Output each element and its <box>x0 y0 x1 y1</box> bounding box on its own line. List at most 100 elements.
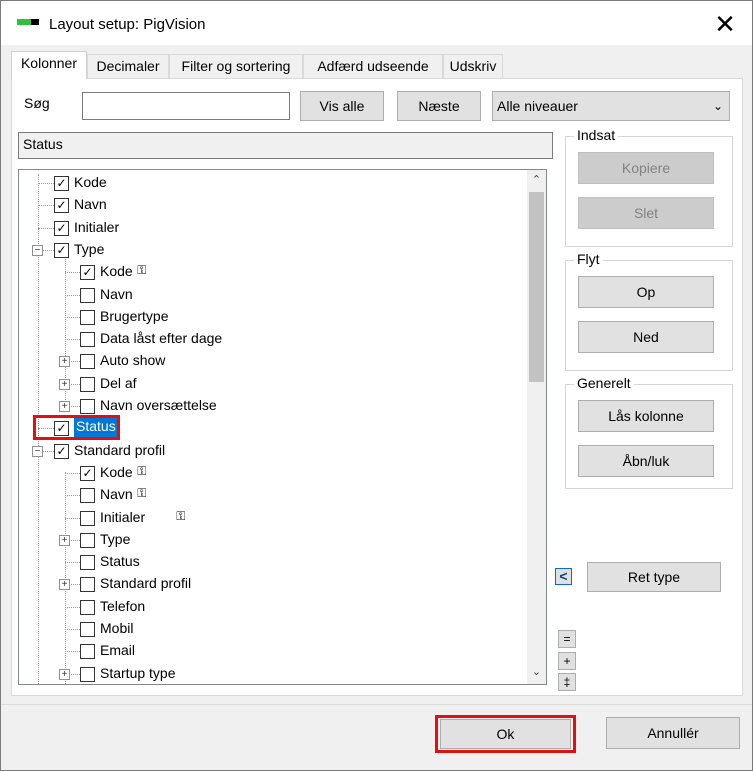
tree-row[interactable]: − ✓ Type <box>19 239 529 261</box>
tree-row[interactable]: + Startup type <box>19 663 529 684</box>
expand-node-icon[interactable]: + <box>59 534 70 546</box>
tree-checkbox[interactable] <box>80 332 95 348</box>
tree-row-label: Initialer <box>74 218 120 235</box>
show-all-button[interactable]: Vis alle <box>300 91 384 121</box>
tab-adfaerd-udseende[interactable]: Adfærd udseende <box>303 54 443 78</box>
tree-row-label: Type <box>74 240 105 257</box>
expand-node-icon[interactable]: + <box>59 378 70 390</box>
tree-checkbox[interactable]: ✓ <box>80 465 95 481</box>
close-icon[interactable]: ✕ <box>705 7 745 41</box>
move-group: Flyt Op Ned <box>565 251 733 371</box>
tree-checkbox[interactable] <box>80 287 95 303</box>
tree-checkbox[interactable]: ✓ <box>54 242 69 258</box>
expand-node-icon[interactable]: + <box>59 356 70 368</box>
tree-row[interactable]: Initialer ⚿ <box>19 507 529 529</box>
move-down-button[interactable]: Ned <box>578 321 714 353</box>
tree-vertical-scrollbar[interactable]: ⌃ ⌄ <box>527 170 546 684</box>
insert-group-title: Indsat <box>574 127 619 143</box>
next-button[interactable]: Næste <box>397 91 481 121</box>
open-close-button[interactable]: Åbn/luk <box>578 445 714 477</box>
tree-connector-line <box>65 339 80 341</box>
tree-connector-line <box>65 294 80 296</box>
tree-row-label: Telefon <box>100 597 146 614</box>
tree-checkbox[interactable] <box>80 532 95 548</box>
scroll-thumb[interactable] <box>529 192 544 382</box>
tree-row-label: Status <box>100 553 140 570</box>
tree-row[interactable]: ✓ Kode ⚿ <box>19 261 529 283</box>
tree-row-label: Mobil <box>100 620 134 636</box>
tree-row[interactable]: Data låst efter dage <box>19 328 529 350</box>
tree-row[interactable]: Navn ⚿ <box>19 484 529 506</box>
copy-button[interactable]: Kopiere <box>578 152 714 184</box>
delete-button[interactable]: Slet <box>578 197 714 229</box>
tree-checkbox[interactable]: ✓ <box>54 220 69 236</box>
tree-row[interactable]: + Type <box>19 529 529 551</box>
tree-checkbox[interactable] <box>80 622 95 637</box>
tree-checkbox[interactable] <box>80 354 95 370</box>
tree-checkbox[interactable]: ✓ <box>54 443 69 459</box>
chevron-down-icon: ⌄ <box>712 99 723 113</box>
tree-checkbox[interactable] <box>80 488 95 504</box>
general-group: Generelt Lås kolonne Åbn/luk <box>565 375 733 489</box>
tree-row-label: Initialer <box>100 508 146 525</box>
tree-connector-line <box>65 495 80 497</box>
tree-checkbox[interactable] <box>80 399 95 414</box>
move-left-arrow-button[interactable]: < <box>555 568 572 585</box>
scroll-down-icon[interactable]: ⌄ <box>527 662 546 682</box>
tree-checkbox[interactable] <box>80 577 95 593</box>
scroll-up-icon[interactable]: ⌃ <box>527 170 546 190</box>
collapse-node-icon[interactable]: − <box>32 445 43 457</box>
lock-column-button[interactable]: Lås kolonne <box>578 400 714 432</box>
tree-checkbox[interactable] <box>80 510 95 526</box>
search-input[interactable] <box>82 92 290 120</box>
expand-node-icon[interactable]: + <box>59 401 70 412</box>
tree-checkbox[interactable] <box>80 376 95 392</box>
collapse-node-icon[interactable]: − <box>32 244 43 256</box>
tab-kolonner[interactable]: Kolonner <box>11 51 87 79</box>
tree-row[interactable]: + Del af <box>19 373 529 395</box>
tree-row-label: Brugertype <box>100 307 169 324</box>
expand-all-button[interactable]: + <box>558 652 576 670</box>
tab-filter-og-sortering[interactable]: Filter og sortering <box>169 54 303 78</box>
tree-row[interactable]: Navn <box>19 284 529 306</box>
tree-row[interactable]: + Auto show <box>19 350 529 372</box>
tree-row[interactable]: Status <box>19 551 529 573</box>
change-type-button[interactable]: Ret type <box>587 562 721 592</box>
tree-checkbox[interactable] <box>80 599 95 615</box>
tree-row[interactable]: ✓ Kode ⚿ <box>19 462 529 484</box>
tree-row[interactable]: ✓ Kode <box>19 172 529 194</box>
toggle-levels-button[interactable]: ‡ <box>558 673 576 691</box>
tree-row[interactable]: Email <box>19 640 529 662</box>
tree-row-label: Startup type <box>100 664 176 681</box>
tree-checkbox[interactable] <box>80 309 95 325</box>
tree-row[interactable]: ✓ Navn <box>19 194 529 216</box>
tree-checkbox[interactable]: ✓ <box>54 198 69 214</box>
level-select[interactable]: Alle niveauer ⌄ <box>492 91 730 121</box>
tree-checkbox[interactable]: ✓ <box>54 176 69 191</box>
tree-row-label: Auto show <box>100 352 166 369</box>
tree-checkbox[interactable]: ✓ <box>80 265 95 281</box>
layout-setup-dialog: Layout setup: PigVision ✕ Kolonner Decim… <box>0 0 753 771</box>
tree-row-label: Kode <box>100 463 133 480</box>
move-up-button[interactable]: Op <box>578 276 714 308</box>
tree-row[interactable]: Mobil <box>19 618 529 640</box>
tree-row-label: Standard profil <box>100 575 192 592</box>
tree-row[interactable]: ✓ Status <box>19 415 529 441</box>
collapse-all-button[interactable]: = <box>558 630 576 648</box>
cancel-button[interactable]: Annullér <box>606 717 740 749</box>
tab-decimaler[interactable]: Decimaler <box>87 54 169 78</box>
tab-udskriv[interactable]: Udskriv <box>443 54 503 78</box>
tree-row[interactable]: − ✓ Standard profil <box>19 440 529 462</box>
expand-node-icon[interactable]: + <box>59 579 70 591</box>
tree-checkbox[interactable] <box>80 666 95 682</box>
tree-checkbox[interactable] <box>80 555 95 571</box>
tree-row-label: Navn <box>100 285 133 302</box>
tree-row-label: Navn <box>100 486 133 503</box>
tree-checkbox[interactable] <box>80 644 95 660</box>
tree-row[interactable]: ✓ Initialer <box>19 217 529 239</box>
expand-node-icon[interactable]: + <box>59 668 70 680</box>
tree-row[interactable]: Brugertype <box>19 306 529 328</box>
tree-row[interactable]: + Standard profil <box>19 573 529 595</box>
tree-row[interactable]: Telefon <box>19 596 529 618</box>
tree-row[interactable]: + Navn oversættelse <box>19 395 529 417</box>
